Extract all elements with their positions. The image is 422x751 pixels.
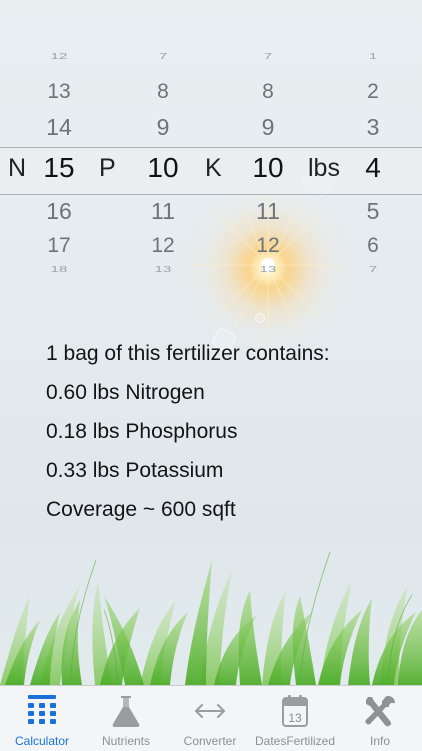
tab-dates-fertilized[interactable]: 13 DatesFertilized	[253, 686, 337, 751]
nitrogen-option[interactable]: 18	[29, 265, 89, 274]
weight-option[interactable]: 6	[343, 234, 403, 258]
calendar-icon: 13	[282, 695, 308, 727]
potassium-option[interactable]: 13	[238, 265, 298, 274]
phosphorus-option[interactable]: 11	[133, 198, 193, 225]
flask-icon	[112, 696, 140, 727]
nitrogen-option[interactable]: 16	[29, 198, 89, 225]
double-arrow-icon	[195, 704, 225, 718]
nitrogen-result: 0.60 lbs Nitrogen	[46, 381, 205, 404]
tab-nutrients-label: Nutrients	[101, 734, 151, 748]
tab-info[interactable]: Info	[338, 686, 422, 751]
phosphorus-selected-value[interactable]: 10	[133, 152, 193, 184]
weight-option[interactable]: 3	[343, 114, 403, 141]
phosphorus-option[interactable]: 12	[133, 234, 193, 258]
weight-option[interactable]: 7	[343, 265, 403, 274]
nitrogen-selected-value[interactable]: 15	[29, 152, 89, 184]
weight-unit-label: lbs	[308, 154, 340, 182]
potassium-result: 0.33 lbs Potassium	[46, 459, 224, 482]
tab-converter[interactable]: Converter	[168, 686, 252, 751]
phosphorus-option[interactable]: 9	[133, 114, 193, 141]
tab-calculator-label: Calculator	[14, 734, 70, 748]
tab-dates-fertilized-label: DatesFertilized	[254, 734, 336, 748]
phosphorus-option[interactable]: 8	[133, 80, 193, 104]
nitrogen-option[interactable]: 13	[29, 80, 89, 104]
weight-selected-value[interactable]: 4	[343, 152, 403, 184]
calculator-grid-icon	[28, 695, 56, 724]
phosphorus-result: 0.18 lbs Phosphorus	[46, 420, 238, 443]
results-heading: 1 bag of this fertilizer contains:	[46, 342, 330, 365]
potassium-option[interactable]: 11	[238, 198, 298, 225]
tab-nutrients[interactable]: Nutrients	[84, 686, 168, 751]
potassium-label: K	[205, 154, 222, 182]
coverage-result: Coverage ~ 600 sqft	[46, 498, 236, 521]
tab-calculator[interactable]: Calculator	[0, 686, 84, 751]
nitrogen-option[interactable]: 14	[29, 114, 89, 141]
potassium-option[interactable]: 8	[238, 80, 298, 104]
phosphorus-label: P	[99, 154, 116, 182]
nitrogen-option[interactable]: 17	[29, 234, 89, 258]
tab-info-label: Info	[369, 734, 390, 748]
weight-option[interactable]: 5	[343, 198, 403, 225]
potassium-option[interactable]: 7	[238, 52, 298, 61]
phosphorus-option[interactable]: 13	[133, 265, 193, 274]
potassium-option[interactable]: 12	[238, 234, 298, 258]
tools-icon	[365, 696, 395, 727]
calendar-icon-day: 13	[288, 711, 302, 725]
npk-picker[interactable]: N 12 13 14 15 16 17 18 P 7 8 9 10 11 12 …	[0, 52, 422, 292]
tab-converter-label: Converter	[183, 734, 237, 748]
lens-flare-dot	[255, 313, 265, 323]
tab-bar: Calculator Nutrients Converter 13 DatesF…	[0, 685, 422, 751]
weight-option[interactable]: 1	[343, 52, 403, 61]
potassium-selected-value[interactable]: 10	[238, 152, 298, 184]
potassium-option[interactable]: 9	[238, 114, 298, 141]
results-panel: 1 bag of this fertilizer contains: 0.60 …	[46, 340, 330, 535]
weight-option[interactable]: 2	[343, 80, 403, 104]
nitrogen-option[interactable]: 12	[29, 52, 89, 61]
phosphorus-option[interactable]: 7	[133, 52, 193, 61]
nitrogen-label: N	[8, 154, 27, 182]
